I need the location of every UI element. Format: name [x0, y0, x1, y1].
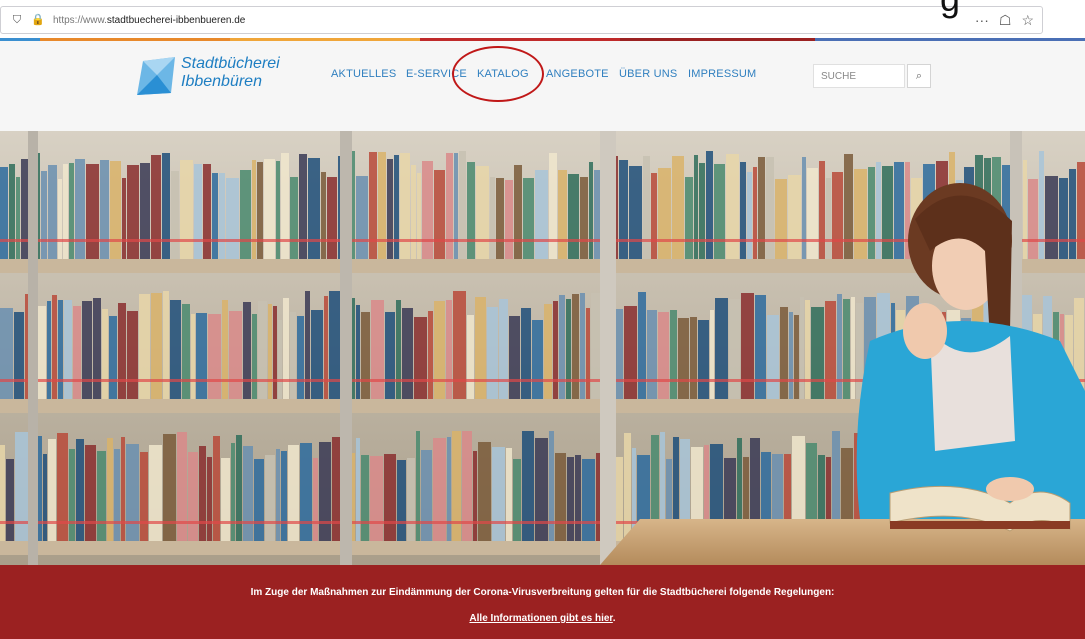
nav-item-aktuelles[interactable]: AKTUELLES — [331, 68, 396, 80]
info-link[interactable]: Alle Informationen gibt es hier — [469, 613, 612, 624]
more-icon[interactable]: ··· — [975, 12, 989, 29]
search-button[interactable]: ⌕ — [907, 64, 931, 88]
hero-image — [0, 131, 1085, 565]
pocket-icon[interactable]: ☖ — [999, 12, 1012, 29]
shield-icon[interactable]: ⛉ — [11, 14, 23, 26]
address-bar[interactable]: ⛉ 🔒 https://www.stadtbuecherei-ibbenbuer… — [0, 6, 1043, 34]
highlight-circle — [452, 46, 544, 102]
main-nav: AKTUELLES E-SERVICE KATALOG ANGEBOTE ÜBE… — [0, 68, 780, 88]
banner-text: Im Zuge der Maßnahmen zur Eindämmung der… — [250, 587, 835, 598]
site-header: Stadtbücherei Ibbenbüren AKTUELLES E-SER… — [0, 41, 1085, 131]
search-icon: ⌕ — [915, 70, 923, 82]
lock-icon: 🔒 — [31, 14, 45, 26]
library-photo — [0, 131, 1085, 565]
url-text[interactable]: https://www.stadtbuecherei-ibbenbueren.d… — [53, 15, 245, 26]
banner-link-line: Alle Informationen gibt es hier. — [469, 613, 616, 624]
search-input[interactable]: SUCHE — [813, 64, 905, 88]
info-banner: Im Zuge der Maßnahmen zur Eindämmung der… — [0, 565, 1085, 639]
nav-item-impressum[interactable]: IMPRESSUM — [688, 68, 756, 80]
star-icon[interactable]: ☆ — [1021, 12, 1034, 29]
cropped-heading-glyph: g — [940, 0, 960, 20]
nav-item-angebote[interactable]: ANGEBOTE — [546, 68, 609, 80]
nav-item-ueber-uns[interactable]: ÜBER UNS — [619, 68, 677, 80]
